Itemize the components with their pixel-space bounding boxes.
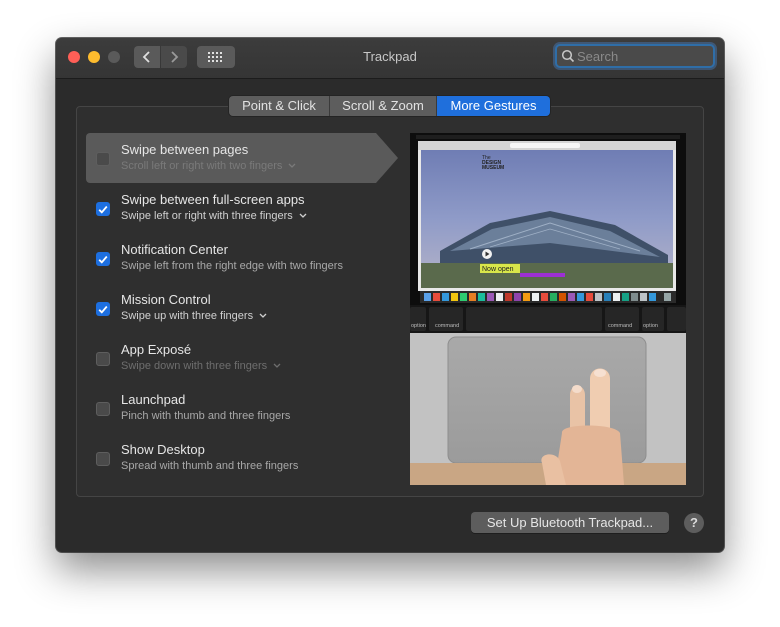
banner-text: Now open [482, 266, 514, 273]
preview-illustration: The DESIGN MUSEUM Now open option comman… [410, 133, 686, 485]
help-button[interactable]: ? [684, 513, 704, 533]
gesture-row-swipe-between-pages[interactable]: Swipe between pages Scroll left or right… [86, 133, 398, 183]
command-key-right-label: command [608, 323, 632, 329]
gesture-subtitle: Swipe down with three fingers [121, 360, 268, 372]
chevron-down-icon [299, 213, 307, 218]
gesture-option-menu[interactable]: Swipe up with three fingers [121, 310, 267, 322]
search-icon [561, 49, 575, 63]
chevron-down-icon [259, 313, 267, 318]
gesture-row-show-desktop[interactable]: Show Desktop Spread with thumb and three… [86, 433, 376, 483]
tab-point-and-click[interactable]: Point & Click [229, 96, 330, 116]
search-field[interactable] [555, 44, 715, 68]
gesture-row-launchpad[interactable]: Launchpad Pinch with thumb and three fin… [86, 383, 376, 433]
gesture-title: Show Desktop [121, 442, 205, 457]
mission-control-checkbox[interactable] [96, 302, 110, 316]
gesture-preview-video: The DESIGN MUSEUM Now open option comman… [410, 133, 686, 485]
site-logo-line3: MUSEUM [482, 165, 504, 171]
checkmark-icon [98, 255, 108, 264]
search-input[interactable] [577, 47, 707, 65]
checkmark-icon [98, 205, 108, 214]
gesture-title: Launchpad [121, 392, 186, 407]
space-bar [466, 307, 602, 331]
gesture-row-swipe-between-full-screen-apps[interactable]: Swipe between full-screen apps Swipe lef… [86, 183, 376, 233]
title-bar: Trackpad [56, 38, 724, 79]
swipe-between-pages-checkbox[interactable] [96, 152, 110, 166]
gesture-title: Mission Control [121, 292, 211, 307]
gesture-subtitle: Swipe left or right with three fingers [121, 210, 293, 222]
gesture-subtitle: Swipe left from the right edge with two … [121, 260, 343, 272]
tab-bar: Point & Click Scroll & Zoom More Gesture… [229, 96, 550, 116]
gesture-subtitle: Pinch with thumb and three fingers [121, 410, 291, 422]
gesture-option-menu[interactable]: Scroll left or right with two fingers [121, 160, 296, 172]
command-key-left-label: command [435, 323, 459, 329]
option-key-left-label: option [411, 323, 426, 329]
gesture-option-menu[interactable]: Swipe down with three fingers [121, 360, 281, 372]
tab-more-gestures[interactable]: More Gestures [437, 96, 550, 116]
tab-scroll-and-zoom[interactable]: Scroll & Zoom [330, 96, 437, 116]
gesture-row-notification-center[interactable]: Notification Center Swipe left from the … [86, 233, 376, 283]
show-desktop-checkbox[interactable] [96, 452, 110, 466]
gesture-option-menu[interactable]: Swipe left or right with three fingers [121, 210, 307, 222]
launchpad-checkbox[interactable] [96, 402, 110, 416]
chevron-down-icon [288, 163, 296, 168]
gesture-subtitle: Spread with thumb and three fingers [121, 460, 299, 472]
app-expose-checkbox[interactable] [96, 352, 110, 366]
gesture-title: App Exposé [121, 342, 192, 357]
setup-bluetooth-trackpad-button[interactable]: Set Up Bluetooth Trackpad... [471, 512, 669, 533]
checkmark-icon [98, 305, 108, 314]
gesture-subtitle: Scroll left or right with two fingers [121, 160, 283, 172]
gesture-row-mission-control[interactable]: Mission Control Swipe up with three fing… [86, 283, 376, 333]
swipe-full-screen-apps-checkbox[interactable] [96, 202, 110, 216]
preferences-window: Trackpad Point & Click Scroll & Zoom Mor… [56, 38, 724, 552]
menu-bar [416, 135, 680, 139]
chevron-down-icon [273, 363, 281, 368]
notification-center-checkbox[interactable] [96, 252, 110, 266]
dock-icons [424, 293, 671, 301]
gesture-subtitle: Swipe up with three fingers [121, 310, 254, 322]
gesture-title: Swipe between full-screen apps [121, 192, 305, 207]
option-key-right-label: option [643, 323, 658, 329]
gesture-title: Swipe between pages [121, 142, 249, 157]
gesture-row-app-expose[interactable]: App Exposé Swipe down with three fingers [86, 333, 376, 383]
gesture-title: Notification Center [121, 242, 228, 257]
